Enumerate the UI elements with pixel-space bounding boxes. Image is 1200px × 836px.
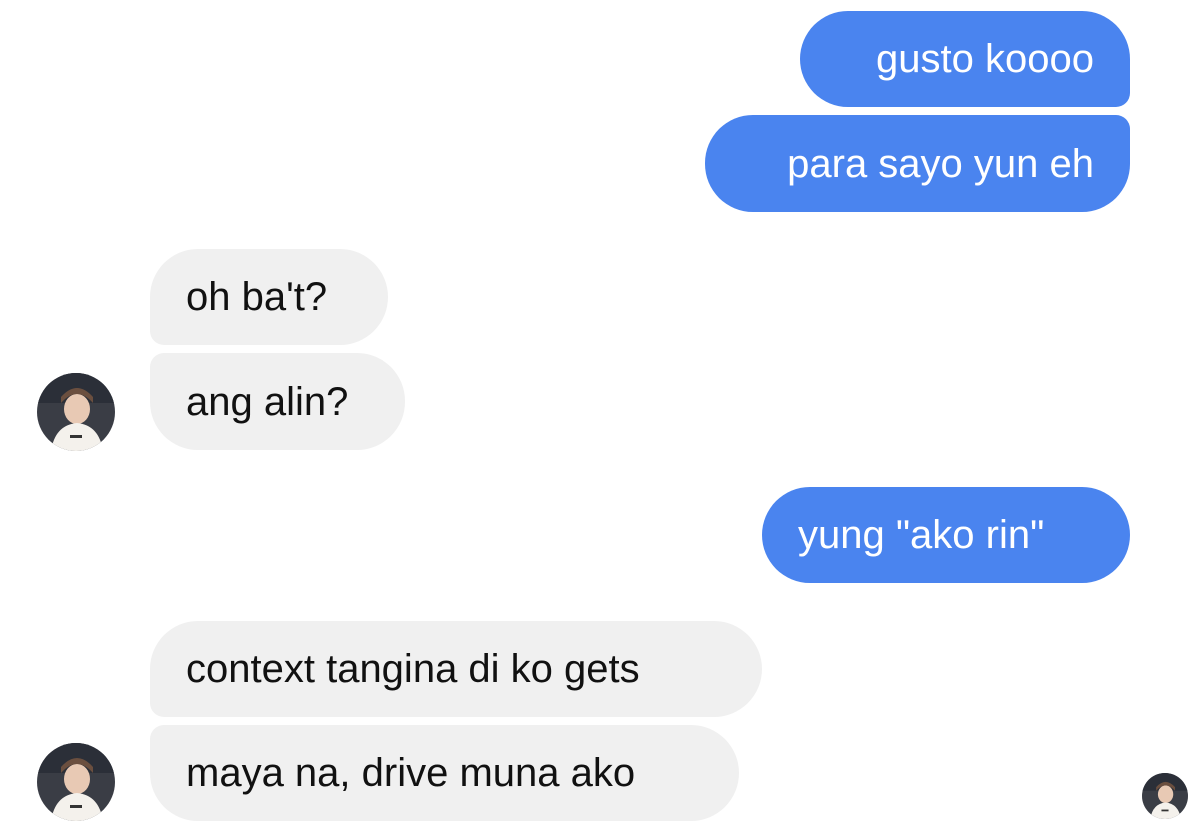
message-bubble-incoming[interactable]: ang alin? — [150, 353, 405, 450]
contact-avatar-photo-icon — [37, 373, 115, 451]
message-text: para sayo yun eh — [787, 141, 1094, 186]
message-bubble-incoming[interactable]: context tangina di ko gets — [150, 621, 762, 717]
message-text: context tangina di ko gets — [186, 647, 640, 691]
message-bubble-outgoing[interactable]: gusto koooo — [800, 11, 1130, 107]
message-bubble-outgoing[interactable]: para sayo yun eh — [705, 115, 1130, 212]
read-receipt-avatar-photo-icon — [1142, 773, 1188, 819]
contact-avatar[interactable] — [37, 743, 115, 821]
contact-avatar-photo-icon — [37, 743, 115, 821]
read-receipt-avatar — [1142, 773, 1188, 819]
contact-avatar[interactable] — [37, 373, 115, 451]
message-bubble-outgoing[interactable]: yung "ako rin" — [762, 487, 1130, 583]
message-text: maya na, drive muna ako — [186, 751, 636, 795]
message-text: yung "ako rin" — [798, 513, 1045, 557]
message-text: oh ba't? — [186, 275, 328, 319]
message-text: ang alin? — [186, 379, 349, 424]
message-text: gusto koooo — [876, 37, 1094, 81]
message-bubble-incoming[interactable]: maya na, drive muna ako — [150, 725, 739, 821]
message-bubble-incoming[interactable]: oh ba't? — [150, 249, 388, 345]
